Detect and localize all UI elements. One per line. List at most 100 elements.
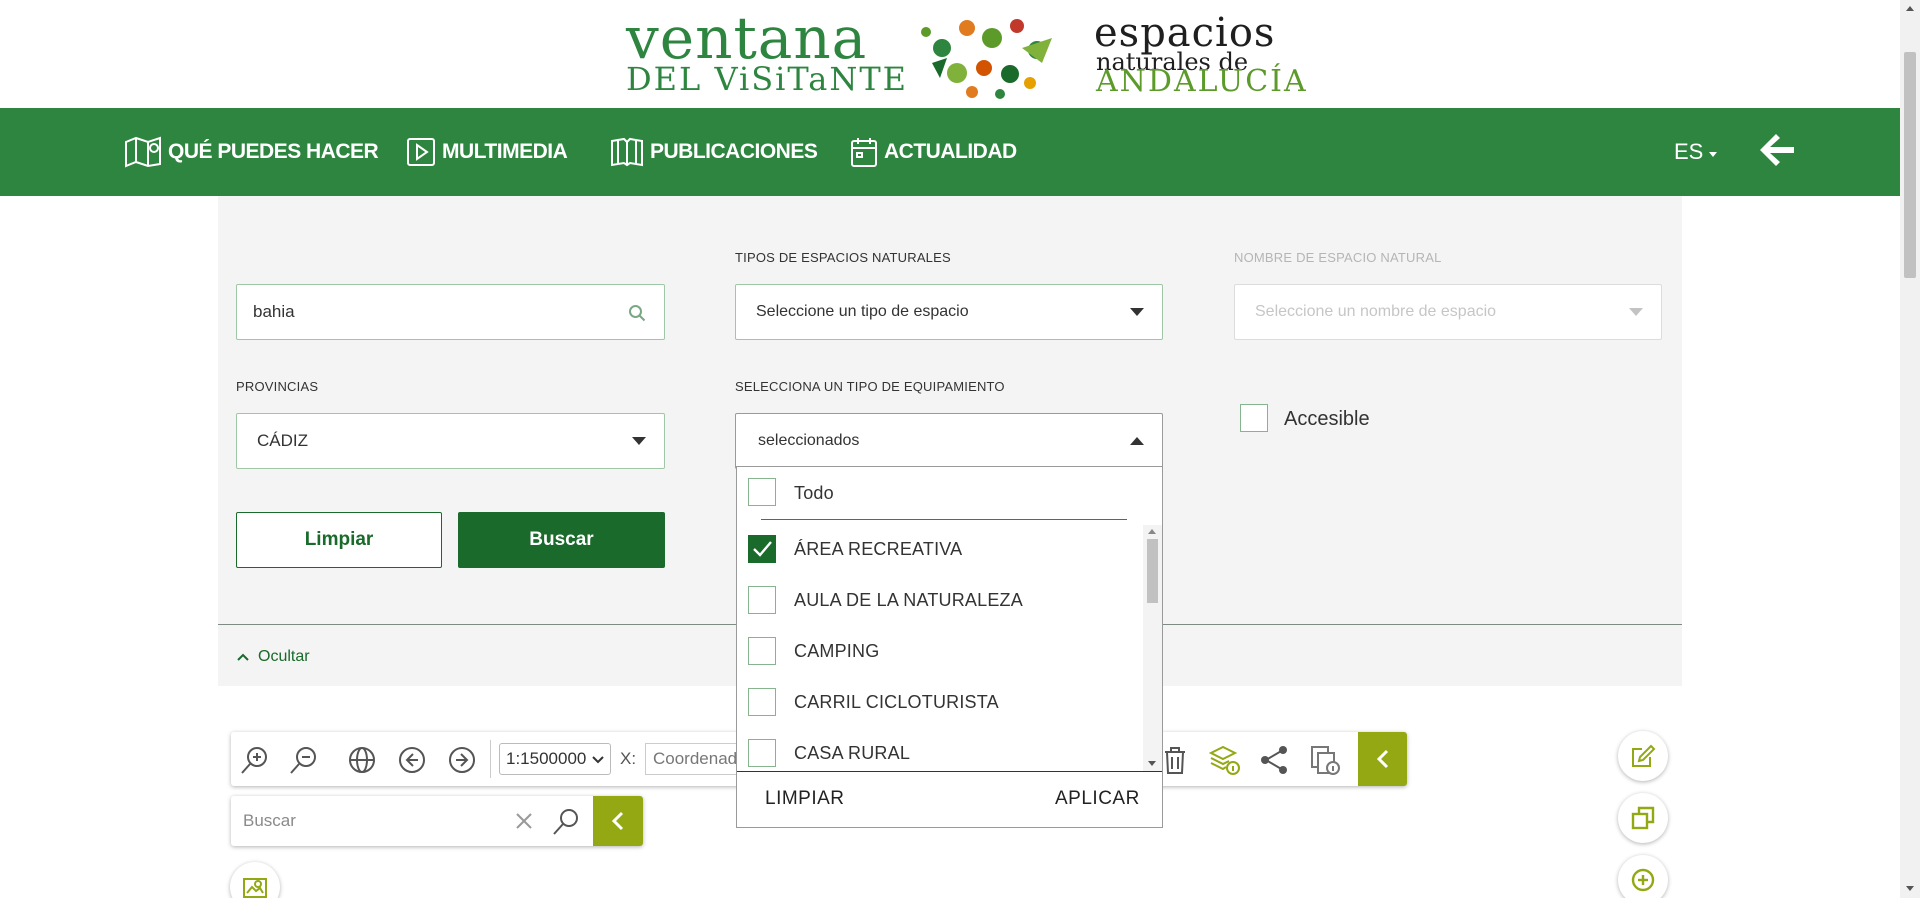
- option-label: CAMPING: [794, 641, 880, 661]
- scroll-up-arrow-icon[interactable]: [1906, 6, 1914, 11]
- search-icon[interactable]: [551, 807, 581, 837]
- equipamiento-select[interactable]: seleccionados: [735, 413, 1163, 469]
- caret-down-icon: [632, 437, 646, 445]
- language-selector[interactable]: ES: [1674, 108, 1718, 196]
- scroll-down-arrow-icon[interactable]: [1906, 886, 1914, 891]
- page-scroll-thumb[interactable]: [1904, 52, 1916, 278]
- dropdown-scrollbar[interactable]: [1143, 525, 1162, 771]
- toolbar-collapse-button[interactable]: [1358, 732, 1407, 786]
- dropdown-option[interactable]: AULA DE LA NATURALEZA: [737, 576, 1143, 626]
- globe-icon[interactable]: [346, 744, 378, 776]
- hide-filters-label: Ocultar: [258, 648, 310, 665]
- option-label: ÁREA RECREATIVA: [794, 539, 963, 559]
- map-pin-icon: [125, 136, 161, 168]
- option-checkbox[interactable]: [748, 688, 776, 716]
- map-search-input[interactable]: Buscar: [243, 806, 513, 836]
- nav-item-publicaciones[interactable]: PUBLICACIONES: [610, 108, 818, 196]
- dropdown-option[interactable]: CAMPING: [737, 627, 1143, 677]
- map-search-collapse-button[interactable]: [593, 796, 643, 846]
- equipamiento-dropdown: Todo ÁREA RECREATIVA AULA DE LA NATURALE…: [736, 466, 1163, 828]
- share-icon[interactable]: [1258, 744, 1290, 776]
- dropdown-option[interactable]: CASA RURAL: [737, 729, 1143, 771]
- nav-item-multimedia[interactable]: MULTIMEDIA: [406, 108, 568, 196]
- zoom-out-icon[interactable]: [288, 744, 320, 776]
- scroll-up-arrow-icon[interactable]: [1148, 529, 1156, 534]
- nav-item-que-puedes-hacer[interactable]: QUÉ PUEDES HACER: [124, 108, 379, 196]
- logo-bar: ventana DEL ViSiTaNTE espacios naturales…: [0, 0, 1900, 108]
- map-legend-button[interactable]: [230, 862, 280, 898]
- nombre-label: NOMBRE DE ESPACIO NATURAL: [1234, 250, 1442, 265]
- equipamiento-select-value: seleccionados: [758, 432, 860, 449]
- edit-icon: [1632, 744, 1656, 767]
- provincias-select-value: CÁDIZ: [257, 431, 308, 450]
- page: { "logo": { "line1": "ventana", "line2":…: [0, 0, 1920, 898]
- provincias-select[interactable]: CÁDIZ: [236, 413, 665, 469]
- hide-filters-toggle[interactable]: Ocultar: [236, 648, 310, 666]
- chevron-down-icon: [592, 756, 604, 764]
- checkmark-icon: [753, 541, 772, 557]
- tipos-select[interactable]: Seleccione un tipo de espacio: [735, 284, 1163, 340]
- search-input-value: bahia: [253, 302, 295, 321]
- copy-icon: [1631, 806, 1655, 830]
- scroll-down-arrow-icon[interactable]: [1148, 761, 1156, 766]
- search-button[interactable]: Buscar: [458, 512, 665, 568]
- chevron-left-icon: [611, 811, 624, 831]
- dropdown-clear-button[interactable]: LIMPIAR: [765, 788, 845, 810]
- map-search-box: Buscar: [231, 796, 643, 846]
- scale-value: 1:1500000: [506, 749, 587, 768]
- main-nav: QUÉ PUEDES HACER MULTIMEDIA PUBLICACIONE…: [0, 108, 1900, 196]
- clear-button[interactable]: Limpiar: [236, 512, 442, 568]
- edit-button[interactable]: [1618, 731, 1668, 781]
- toolbar-divider: [490, 740, 491, 778]
- book-icon: [611, 137, 643, 167]
- accesible-label: Accesible: [1284, 408, 1370, 430]
- equipamiento-label: SELECCIONA UN TIPO DE EQUIPAMIENTO: [735, 379, 1005, 394]
- dropdown-option-todo[interactable]: Todo: [737, 467, 1162, 523]
- caret-down-icon: [1629, 308, 1643, 316]
- nav-label: ACTUALIDAD: [884, 140, 1017, 163]
- dropdown-option[interactable]: CARRIL CICLOTURISTA: [737, 678, 1143, 728]
- option-checkbox[interactable]: [748, 637, 776, 665]
- logo-andalucia-text: ANDALUCÍA: [1096, 64, 1308, 99]
- dropdown-scroll-thumb[interactable]: [1147, 539, 1158, 603]
- layers-info-icon[interactable]: [1209, 744, 1241, 776]
- clear-icon[interactable]: [514, 811, 534, 831]
- option-checkbox[interactable]: [748, 739, 776, 767]
- dropdown-apply-button[interactable]: APLICAR: [1055, 788, 1140, 810]
- accesible-checkbox[interactable]: [1240, 404, 1268, 432]
- dropdown-footer: LIMPIAR APLICAR: [737, 771, 1162, 827]
- scale-select[interactable]: 1:1500000: [499, 743, 611, 775]
- arrow-left-icon[interactable]: [1756, 132, 1796, 168]
- search-input[interactable]: bahia: [236, 284, 665, 340]
- dropdown-option[interactable]: ÁREA RECREATIVA: [737, 525, 1143, 575]
- dropdown-search-underline: [761, 519, 1127, 520]
- chevron-down-icon: [1709, 151, 1718, 157]
- play-icon: [407, 138, 435, 166]
- page-scrollbar[interactable]: [1900, 0, 1920, 898]
- logo-emblem-icon: [921, 19, 1052, 99]
- option-checkbox[interactable]: [748, 535, 776, 563]
- next-extent-icon[interactable]: [446, 744, 478, 776]
- todo-checkbox[interactable]: [748, 478, 776, 506]
- logo-visitante-text: DEL ViSiTaNTE: [626, 60, 909, 98]
- feature-info-icon[interactable]: [1309, 744, 1341, 776]
- zoom-in-icon[interactable]: [239, 744, 271, 776]
- caret-down-icon: [1130, 308, 1144, 316]
- x-coordinate-label: X:: [620, 749, 637, 768]
- nav-label: QUÉ PUEDES HACER: [168, 140, 379, 163]
- previous-extent-icon[interactable]: [396, 744, 428, 776]
- option-label: CASA RURAL: [794, 743, 911, 763]
- option-label: CARRIL CICLOTURISTA: [794, 692, 999, 712]
- add-button[interactable]: [1618, 855, 1668, 898]
- tipos-select-value: Seleccione un tipo de espacio: [756, 303, 969, 320]
- copy-button[interactable]: [1618, 793, 1668, 843]
- dropdown-options-list: ÁREA RECREATIVA AULA DE LA NATURALEZA CA…: [737, 525, 1162, 771]
- nav-item-actualidad[interactable]: ACTUALIDAD: [850, 108, 1017, 196]
- chevron-up-icon: [237, 653, 249, 661]
- caret-up-icon: [1130, 437, 1144, 445]
- option-checkbox[interactable]: [748, 586, 776, 614]
- chevron-left-icon: [1376, 749, 1388, 769]
- trash-icon[interactable]: [1159, 744, 1191, 776]
- nav-label: MULTIMEDIA: [442, 140, 568, 163]
- nombre-select[interactable]: Seleccione un nombre de espacio: [1234, 284, 1662, 340]
